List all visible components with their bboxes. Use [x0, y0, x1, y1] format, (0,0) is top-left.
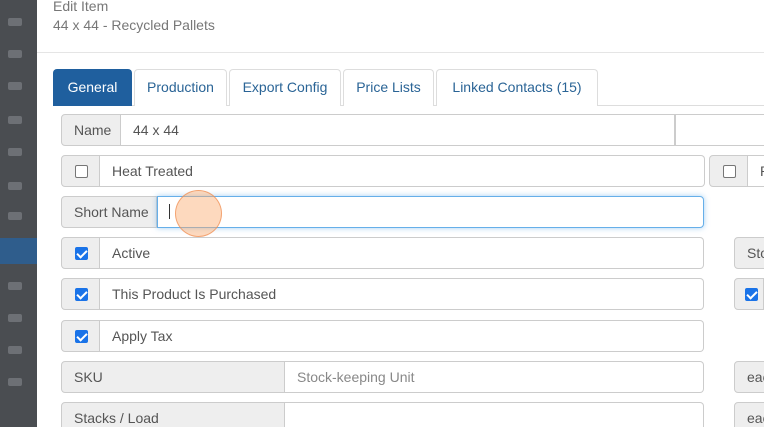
each-label-partial-1: eac [734, 361, 764, 393]
edit-item-modal: Edit Item 44 x 44 - Recycled Pallets Gen… [37, 0, 764, 427]
each-label-partial-2: eac [734, 402, 764, 427]
apply-tax-label: Apply Tax [100, 320, 704, 352]
right-checkbox-addon [709, 155, 748, 187]
apply-tax-checkbox-addon [61, 320, 100, 352]
background-sidebar-icon [8, 282, 22, 290]
active-checkbox[interactable] [75, 247, 88, 260]
purchased-checkbox-addon [61, 278, 100, 310]
tab-linked-contacts[interactable]: Linked Contacts (15) [436, 69, 598, 106]
tab-bar: General Production Export Config Price L… [53, 69, 764, 106]
background-sidebar-selected [0, 238, 40, 264]
tab-price-lists[interactable]: Price Lists [343, 69, 434, 106]
heat-treated-row: Heat Treated P [61, 155, 764, 187]
modal-header: Edit Item 44 x 44 - Recycled Pallets [37, 0, 764, 53]
background-sidebar-icon [8, 82, 22, 90]
click-indicator [175, 190, 222, 237]
active-row: Active [61, 237, 704, 269]
purchased-label: This Product Is Purchased [100, 278, 704, 310]
background-sidebar-icon [8, 346, 22, 354]
apply-tax-checkbox[interactable] [75, 330, 88, 343]
background-sidebar-icon [8, 116, 22, 124]
short-name-label: Short Name [61, 196, 157, 228]
name-input[interactable]: 44 x 44 [121, 114, 675, 146]
stacks-load-row: Stacks / Load [61, 402, 704, 427]
modal-title: Edit Item [53, 0, 109, 14]
name-label: Name [61, 114, 121, 146]
tab-general[interactable]: General [53, 69, 132, 106]
heat-treated-label: Heat Treated [100, 155, 705, 187]
background-sidebar-icon [8, 182, 22, 190]
active-label: Active [100, 237, 704, 269]
text-caret [169, 204, 170, 219]
background-app-sidebar [0, 0, 40, 427]
stock-label-partial: Sto [734, 237, 764, 269]
background-sidebar-icon [8, 18, 22, 26]
background-sidebar-icon [8, 314, 22, 322]
modal-subtitle: 44 x 44 - Recycled Pallets [53, 17, 215, 33]
active-checkbox-addon [61, 237, 100, 269]
apply-tax-row: Apply Tax [61, 320, 704, 352]
background-sidebar-icon [8, 50, 22, 58]
sku-input[interactable]: Stock-keeping Unit [285, 361, 704, 393]
background-sidebar-icon [8, 148, 22, 156]
sku-placeholder: Stock-keeping Unit [297, 369, 415, 385]
name-extra-input[interactable] [675, 114, 764, 146]
tab-export-config[interactable]: Export Config [229, 69, 341, 106]
sku-label: SKU [61, 361, 285, 393]
purchased-checkbox[interactable] [75, 288, 88, 301]
right-checkbox[interactable] [723, 165, 736, 178]
right-purchased-checkbox-addon [734, 278, 764, 310]
sku-row: SKU Stock-keeping Unit [61, 361, 704, 393]
short-name-row: Short Name [61, 196, 704, 228]
stacks-load-input[interactable] [285, 402, 704, 427]
heat-treated-checkbox-addon [61, 155, 100, 187]
purchased-row: This Product Is Purchased [61, 278, 704, 310]
tab-production[interactable]: Production [134, 69, 227, 106]
name-row: Name 44 x 44 [61, 114, 764, 146]
background-sidebar-icon [8, 378, 22, 386]
short-name-input[interactable] [157, 196, 704, 228]
heat-treated-checkbox[interactable] [75, 165, 88, 178]
stacks-load-label: Stacks / Load [61, 402, 285, 427]
right-purchased-checkbox[interactable] [745, 288, 758, 301]
right-checkbox-label: P [748, 155, 764, 187]
background-sidebar-icon [8, 212, 22, 220]
